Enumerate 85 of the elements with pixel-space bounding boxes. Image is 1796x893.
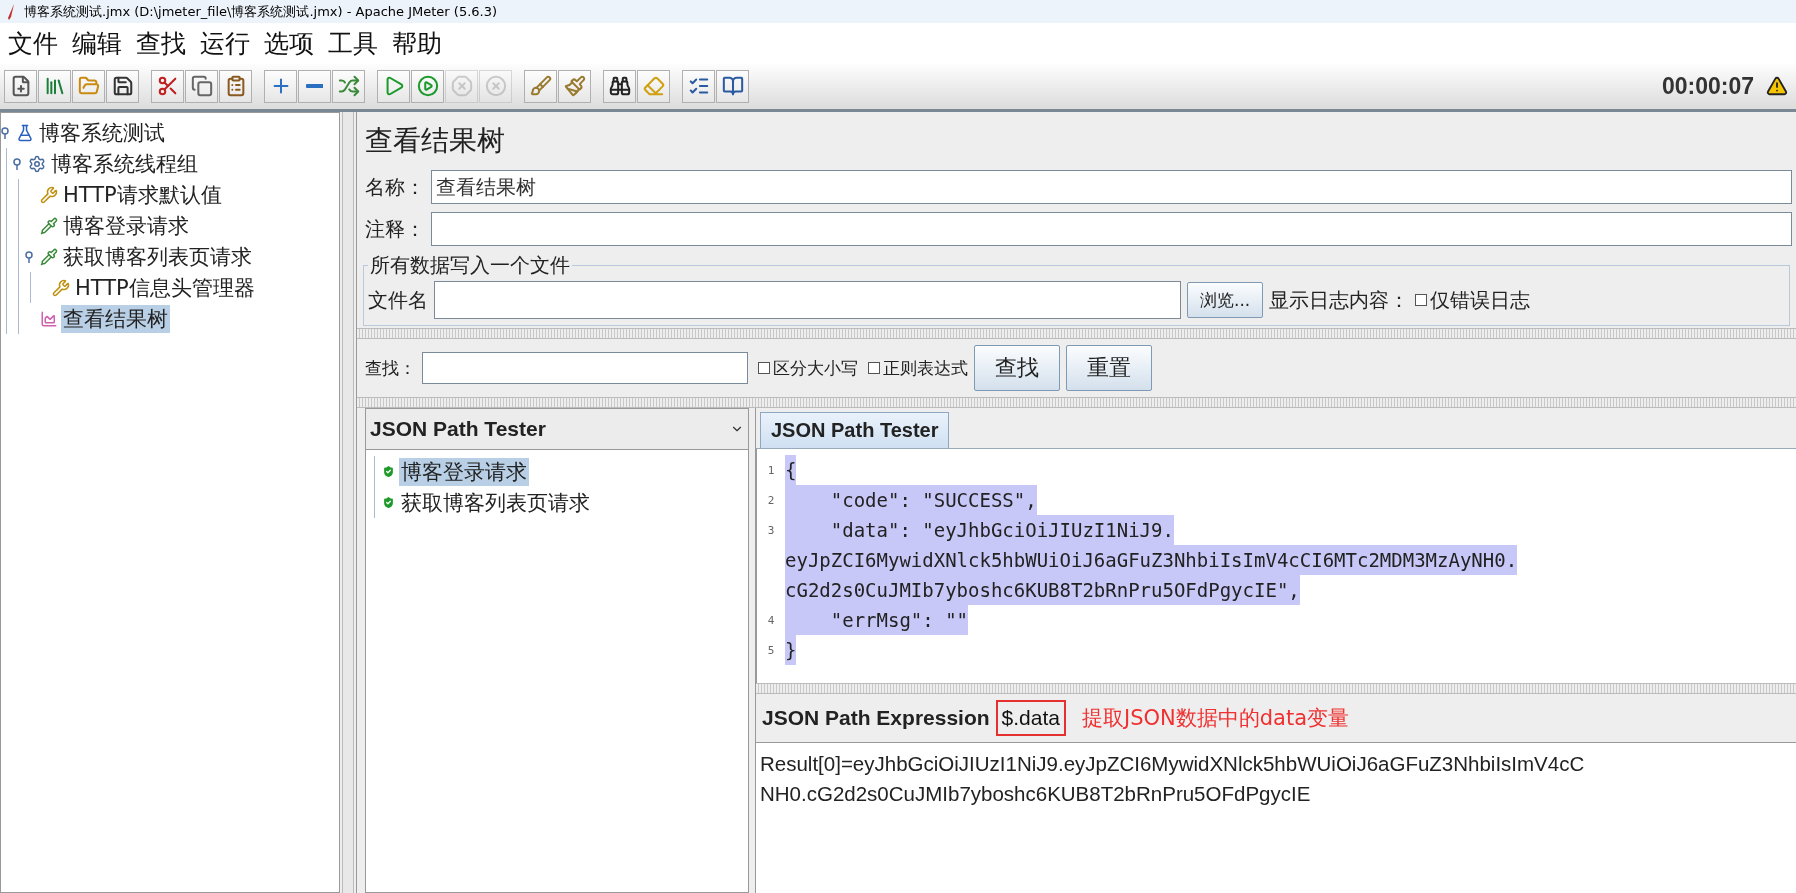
stop-icon (450, 75, 473, 97)
play-circle-icon (416, 75, 439, 97)
warning-icon (1766, 75, 1788, 97)
tree-item[interactable]: 博客登录请求 (61, 211, 191, 240)
browse-button[interactable]: 浏览... (1187, 282, 1264, 318)
menu-item[interactable]: 查找 (132, 26, 190, 60)
checkbox-label: 正则表达式 (883, 356, 968, 380)
line-number: 1 (766, 463, 776, 479)
copy-icon (190, 75, 213, 97)
action-button[interactable]: 查找 (974, 345, 1060, 391)
search-label: 查找： (365, 356, 416, 380)
toolbar-button[interactable] (151, 69, 184, 103)
chart-icon (40, 309, 58, 328)
menu-item[interactable]: 编辑 (68, 26, 126, 60)
filename-field[interactable] (434, 281, 1181, 319)
name-field[interactable]: 查看结果树 (431, 170, 1792, 204)
line-number: 5 (766, 643, 776, 659)
brush-icon (563, 75, 586, 97)
minus-icon (305, 84, 324, 88)
field-label: 注释： (365, 215, 425, 243)
line-number: 4 (766, 613, 776, 629)
broom-icon (529, 75, 552, 97)
tree-item[interactable]: 博客系统测试 (37, 118, 167, 147)
menu-item[interactable]: 工具 (324, 26, 382, 60)
split-handle[interactable] (342, 112, 354, 893)
checkbox-label: 区分大小写 (773, 356, 858, 380)
binoculars-icon (608, 75, 631, 97)
feather-icon (6, 3, 16, 20)
window-title: 博客系统测试.jmx (D:\jmeter_file\博客系统测试.jmx) - Apache JMeter (5.6.3) (24, 2, 498, 21)
tree-item[interactable]: 获取博客列表页请求 (61, 242, 254, 271)
shuffle-icon (337, 75, 360, 97)
checkbox[interactable] (868, 362, 880, 374)
checkbox[interactable] (1415, 294, 1428, 306)
pipette-icon (40, 247, 58, 266)
comment-field[interactable] (431, 212, 1792, 246)
toolbar-button[interactable] (4, 69, 37, 103)
menu-item[interactable]: 文件 (4, 26, 62, 60)
log-label: 显示日志内容： (1269, 286, 1410, 314)
eraser-icon (642, 75, 665, 97)
close-circle-icon (484, 75, 507, 97)
shield-check-icon (381, 464, 396, 479)
flask-icon (16, 123, 34, 142)
result-item[interactable]: 获取博客列表页请求 (399, 488, 592, 517)
field-label: 名称： (365, 173, 425, 201)
menu-item[interactable]: 帮助 (388, 26, 446, 60)
tree-item[interactable]: 查看结果树 (61, 304, 170, 333)
group-title: 所有数据写入一个文件 (369, 252, 571, 279)
toolbar-button[interactable] (716, 69, 749, 103)
result-text: NH0.cG2d2s0CuJMIb7yboshc6KUB8T2bRnPru5OFdPgycIE (760, 781, 1312, 807)
checkbox[interactable] (758, 362, 770, 374)
line-number: 3 (766, 523, 776, 539)
panel-title: 查看结果树 (364, 123, 506, 159)
toolbar-button[interactable] (682, 69, 715, 103)
elapsed-time: 00:00:07 (1661, 72, 1754, 100)
line-number: 2 (766, 493, 776, 509)
book-icon (721, 75, 744, 97)
expression-field[interactable]: $.data (995, 700, 1066, 736)
split-handle[interactable] (357, 328, 1796, 339)
field-label: 文件名 (368, 286, 428, 314)
split-handle[interactable] (756, 683, 1796, 694)
action-button[interactable]: 重置 (1066, 345, 1152, 391)
menu-item[interactable]: 运行 (196, 26, 254, 60)
tree-item[interactable]: HTTP信息头管理器 (73, 273, 257, 302)
result-item[interactable]: 博客登录请求 (399, 457, 529, 486)
checkbox-label: 仅错误日志 (1430, 286, 1531, 314)
tree-item[interactable]: 博客系统线程组 (49, 149, 200, 178)
tree-item[interactable]: HTTP请求默认值 (61, 180, 224, 209)
wrench-icon (40, 185, 58, 204)
gear-icon (28, 154, 46, 173)
search-field[interactable] (422, 352, 748, 384)
save-icon (111, 75, 134, 97)
wrench-icon (52, 278, 70, 297)
result-text: Result[0]=eyJhbGciOiJIUzI1NiJ9.eyJpZCI6MywidXNlck5hbWUiOiJ6aGFuZ3NhbiIsImV4cC (760, 751, 1586, 777)
expression-label: JSON Path Expression (762, 706, 990, 730)
menu-item[interactable]: 选项 (260, 26, 318, 60)
folder-icon (77, 75, 100, 97)
scissors-icon (156, 75, 179, 97)
pipette-icon (40, 216, 58, 235)
toolbar-button[interactable] (106, 69, 139, 103)
renderer-dropdown[interactable]: JSON Path Tester (366, 409, 748, 450)
split-handle[interactable] (357, 397, 1796, 408)
annotation-text: 提取JSON数据中的data变量 (1081, 705, 1350, 732)
toolbar-button[interactable] (603, 69, 636, 103)
tab[interactable]: JSON Path Tester (760, 412, 950, 448)
shield-check-icon (381, 495, 396, 510)
